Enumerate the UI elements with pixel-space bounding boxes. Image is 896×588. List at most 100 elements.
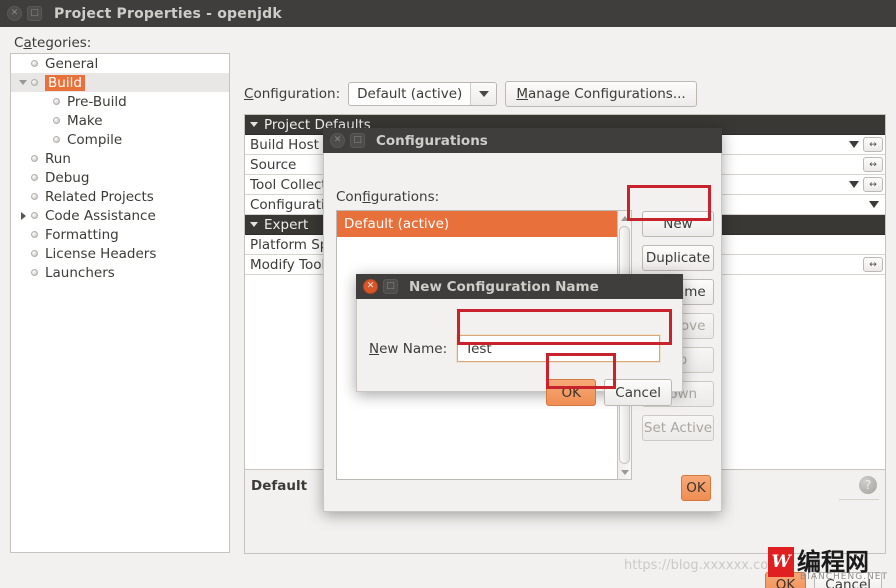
node-bullet-icon <box>53 136 60 143</box>
watermark-url: https://blog.xxxxxx.com <box>624 558 781 573</box>
categories-tree[interactable]: General Build Pre-Build Make Compile Run Debug… <box>10 53 230 553</box>
new-config-dialog-titlebar: ✕ □ New Configuration Name <box>356 274 683 299</box>
configurations-ok-button[interactable]: OK <box>681 475 711 501</box>
sidebar-item-pre-build[interactable]: Pre-Build <box>11 92 229 111</box>
chevron-right-icon[interactable] <box>15 211 31 220</box>
sidebar-item-build[interactable]: Build <box>11 73 229 92</box>
new-config-cancel-button[interactable]: Cancel <box>604 379 672 406</box>
configurations-dialog-titlebar: ✕ □ Configurations <box>323 128 722 153</box>
scroll-up-icon[interactable] <box>618 211 631 225</box>
chevron-down-icon[interactable] <box>250 222 258 227</box>
new-config-dialog-body: New Name: Test OK Cancel <box>356 299 683 406</box>
sidebar-item-label: License Headers <box>45 245 157 262</box>
sidebar-item-label: Related Projects <box>45 188 154 205</box>
configuration-bar: Configuration: Default (active) Manage C… <box>244 81 697 107</box>
node-bullet-icon <box>53 98 60 105</box>
sidebar-item-launchers[interactable]: Launchers <box>11 263 229 282</box>
new-name-row: New Name: Test <box>357 334 682 363</box>
node-bullet-icon <box>31 250 38 257</box>
close-icon[interactable]: ✕ <box>330 133 345 148</box>
chevron-down-icon[interactable] <box>250 122 258 127</box>
chevron-down-icon[interactable] <box>470 83 497 105</box>
node-bullet-icon <box>31 174 38 181</box>
configuration-combobox-value: Default (active) <box>357 86 463 102</box>
configurations-ok-wrap: OK <box>681 475 711 501</box>
browse-ellipsis-button[interactable]: ↔ <box>863 257 883 272</box>
sidebar-item-run[interactable]: Run <box>11 149 229 168</box>
sidebar-item-license-headers[interactable]: License Headers <box>11 244 229 263</box>
browse-ellipsis-button[interactable]: ↔ <box>863 137 883 152</box>
chevron-down-icon[interactable] <box>15 80 31 85</box>
browse-ellipsis-button[interactable]: ↔ <box>863 157 883 172</box>
watermark-subtext: BIANCHENG.NET <box>800 572 888 582</box>
node-bullet-icon <box>31 193 38 200</box>
node-bullet-icon <box>31 212 38 219</box>
button-label: Set Active <box>643 420 713 436</box>
help-icon[interactable]: ? <box>859 476 877 494</box>
button-label: New <box>663 216 693 232</box>
categories-label: Categories: <box>14 35 92 51</box>
sidebar-item-label: Formatting <box>45 226 119 243</box>
watermark-text: 编程网 <box>797 548 869 576</box>
sidebar-item-label: Code Assistance <box>45 207 156 224</box>
sidebar-item-label: Launchers <box>45 264 115 281</box>
sidebar-item-debug[interactable]: Debug <box>11 168 229 187</box>
chevron-down-icon[interactable] <box>849 181 859 188</box>
browse-ellipsis-button[interactable]: ↔ <box>863 177 883 192</box>
sidebar-item-label: Run <box>45 150 71 167</box>
app-root: ✕ □ Project Properties - openjdk Categor… <box>0 0 896 588</box>
sidebar-item-related-projects[interactable]: Related Projects <box>11 187 229 206</box>
list-item[interactable]: Default (active) <box>337 211 624 237</box>
sidebar-item-label: Build <box>45 74 85 91</box>
sidebar-item-label: Pre-Build <box>67 93 127 110</box>
sidebar-item-general[interactable]: General <box>11 54 229 73</box>
configurations-dialog-window-controls: ✕ □ <box>330 133 365 148</box>
configurations-dialog-title: Configurations <box>376 132 488 149</box>
sidebar-item-label: Make <box>67 112 103 129</box>
new-config-window-controls: ✕ □ <box>363 279 398 294</box>
node-bullet-icon <box>31 269 38 276</box>
new-name-input[interactable]: Test <box>456 334 662 363</box>
sidebar-item-label: Debug <box>45 169 90 186</box>
watermark-mark-icon: W <box>768 547 794 577</box>
node-bullet-icon <box>31 79 38 86</box>
sidebar-item-label: General <box>45 55 99 72</box>
description-title: Default <box>251 478 308 494</box>
button-label: Duplicate <box>645 250 711 266</box>
sidebar-item-make[interactable]: Make <box>11 111 229 130</box>
sidebar-item-compile[interactable]: Compile <box>11 130 229 149</box>
maximize-icon[interactable]: □ <box>350 133 365 148</box>
configurations-set-active-button: Set Active <box>642 415 714 441</box>
configuration-combobox[interactable]: Default (active) <box>348 82 498 106</box>
maximize-icon[interactable]: □ <box>27 6 42 21</box>
new-name-label: New Name: <box>369 340 448 357</box>
node-bullet-icon <box>31 60 38 67</box>
property-name-text: Source <box>250 156 297 173</box>
chevron-down-icon[interactable] <box>849 141 859 148</box>
chevron-down-icon[interactable] <box>869 201 879 208</box>
configurations-list-label: Configurations: <box>336 189 440 205</box>
close-icon[interactable]: ✕ <box>7 6 22 21</box>
node-bullet-icon <box>31 231 38 238</box>
description-divider <box>839 499 879 500</box>
new-config-dialog-buttons: OK Cancel <box>546 379 672 406</box>
manage-configurations-button[interactable]: Manage Configurations... <box>505 81 697 107</box>
scroll-down-icon[interactable] <box>618 465 631 479</box>
maximize-icon[interactable]: □ <box>383 279 398 294</box>
new-config-dialog-title: New Configuration Name <box>409 278 599 295</box>
sidebar-item-label: Compile <box>67 131 123 148</box>
property-name-text: Build Host <box>250 136 319 153</box>
new-configuration-name-dialog: ✕ □ New Configuration Name New Name: Tes… <box>356 274 683 406</box>
configuration-label: Configuration: <box>244 86 341 102</box>
configurations-new-button[interactable]: New <box>642 211 714 237</box>
node-bullet-icon <box>53 117 60 124</box>
window-controls: ✕ □ <box>7 6 42 21</box>
node-bullet-icon <box>31 155 38 162</box>
sidebar-item-formatting[interactable]: Formatting <box>11 225 229 244</box>
main-window-titlebar: ✕ □ Project Properties - openjdk <box>0 0 896 27</box>
new-config-ok-button[interactable]: OK <box>546 379 597 406</box>
page-title: Project Properties - openjdk <box>54 5 282 22</box>
close-icon[interactable]: ✕ <box>363 279 378 294</box>
sidebar-item-code-assistance[interactable]: Code Assistance <box>11 206 229 225</box>
configurations-duplicate-button[interactable]: Duplicate <box>642 245 714 271</box>
